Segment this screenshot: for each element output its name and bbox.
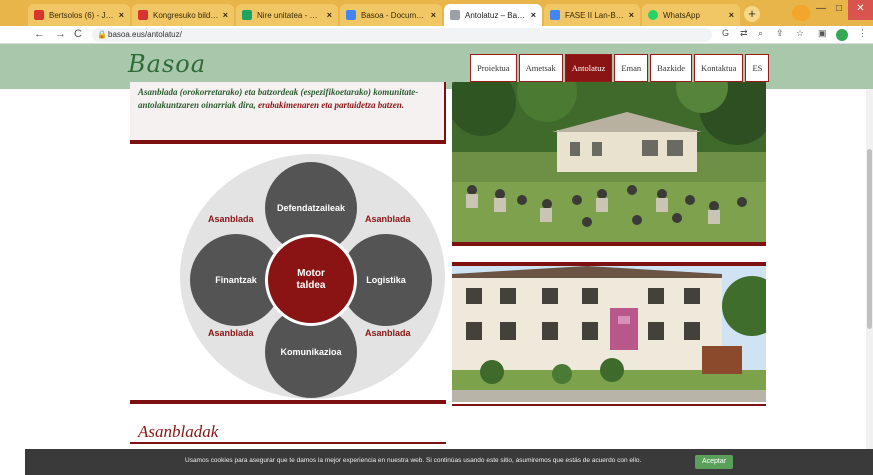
tab-close-icon[interactable]: × <box>431 10 436 20</box>
accept-cookies-button[interactable]: Aceptar <box>695 455 733 469</box>
browser-tab-strip: Bertsolos (6) - Jose × Kongresuko bilduo… <box>0 0 873 26</box>
tab-label: Nire unitatea - Google <box>257 10 323 20</box>
section-title-asanbladak: Asanbladak <box>138 422 219 441</box>
browser-tab-4[interactable]: Basoa - Documenti × <box>340 4 442 26</box>
meeting-photo-image <box>452 82 766 242</box>
diagram-node-motor-taldea: Motor taldea <box>265 234 357 326</box>
sidepanel-icon[interactable]: ▣ <box>818 28 827 39</box>
asanblada-label: Asanblada <box>208 214 254 224</box>
page-scrollbar[interactable] <box>866 89 873 449</box>
tab-label: WhatsApp <box>663 10 700 20</box>
profile-avatar[interactable] <box>792 5 810 21</box>
lock-icon: 🔒 <box>97 30 107 39</box>
tab-label: Antolatuz – Basoa <box>465 10 527 20</box>
nav-item-ametsak[interactable]: Ametsak <box>518 54 563 82</box>
browser-tab-6[interactable]: FASE II Lan-Burua, c × <box>544 4 640 26</box>
nav-item-eman[interactable]: Eman <box>614 54 649 82</box>
cookie-banner: Usamos cookies para asegurar que te damo… <box>25 449 873 475</box>
browser-tab-7[interactable]: WhatsApp × <box>642 4 740 26</box>
cookie-message: Usamos cookies para asegurar que te damo… <box>185 457 642 464</box>
maximize-button[interactable]: □ <box>830 0 848 20</box>
browser-tab-3[interactable]: Nire unitatea - Google × <box>236 4 338 26</box>
zoom-icon[interactable]: ⌕ <box>758 28 763 39</box>
minimize-button[interactable]: — <box>812 0 830 20</box>
asanblada-label: Asanblada <box>365 328 411 338</box>
tab-close-icon[interactable]: × <box>729 10 734 20</box>
intro-paragraph: Asanblada (orokorretarako) eta batzordea… <box>130 82 445 112</box>
divider-line <box>130 140 446 144</box>
translate-icon[interactable]: ⇄ <box>740 28 748 39</box>
web-page: Basoa Proiektua Ametsak Antolatuz Eman B… <box>0 44 873 449</box>
tab-favicon-icon <box>450 10 460 20</box>
asanblada-label: Asanblada <box>365 214 411 224</box>
tab-label: FASE II Lan-Burua, c <box>565 10 625 20</box>
tab-label: Bertsolos (6) - Jose <box>49 10 115 20</box>
tab-favicon-icon <box>346 10 356 20</box>
nav-item-kontaktua[interactable]: Kontaktua <box>694 54 744 82</box>
url-text: basoa.eus/antolatuz/ <box>108 30 182 39</box>
tab-close-icon[interactable]: × <box>327 10 332 20</box>
share-icon[interactable]: ⇪ <box>776 28 784 39</box>
site-logo[interactable]: Basoa <box>128 50 206 78</box>
divider-line <box>444 82 446 142</box>
tab-close-icon[interactable]: × <box>223 10 228 20</box>
nav-item-antolatuz[interactable]: Antolatuz <box>564 54 613 82</box>
meeting-photo <box>452 82 766 242</box>
tab-favicon-icon <box>648 10 658 20</box>
divider-line <box>130 400 446 404</box>
intro-text-block: Asanblada (orokorretarako) eta batzordea… <box>130 82 445 142</box>
intro-text-red: erabakimenaren eta partaidetza batzen. <box>258 100 405 110</box>
url-field[interactable]: 🔒 basoa.eus/antolatuz/ <box>92 28 712 42</box>
nav-item-language-es[interactable]: ES <box>745 54 770 82</box>
close-window-button[interactable]: ✕ <box>848 0 873 20</box>
extension-icon[interactable] <box>836 29 848 41</box>
browser-tab-2[interactable]: Kongresuko bilduo × <box>132 4 234 26</box>
address-bar-row: ← → C 🔒 basoa.eus/antolatuz/ G ⇄ ⌕ ⇪ ☆ ▣… <box>0 26 873 44</box>
tab-close-icon[interactable]: × <box>629 10 634 20</box>
back-button[interactable]: ← <box>34 28 45 40</box>
tab-label: Kongresuko bilduo <box>153 10 219 20</box>
tab-close-icon[interactable]: × <box>119 10 124 20</box>
bookmark-star-icon[interactable]: ☆ <box>796 28 804 39</box>
tab-favicon-icon <box>550 10 560 20</box>
building-photo <box>452 266 766 402</box>
building-photo-image <box>452 266 766 402</box>
tab-favicon-icon <box>242 10 252 20</box>
divider-line <box>130 442 446 444</box>
menu-icon[interactable]: ⋮ <box>858 28 867 39</box>
asanblada-label: Asanblada <box>208 328 254 338</box>
tab-close-icon[interactable]: × <box>531 10 536 20</box>
nav-item-proiektua[interactable]: Proiektua <box>470 54 517 82</box>
main-navigation: Proiektua Ametsak Antolatuz Eman Bazkide… <box>470 54 771 82</box>
browser-tab-1[interactable]: Bertsolos (6) - Jose × <box>28 4 130 26</box>
scrollbar-thumb[interactable] <box>867 149 872 329</box>
tab-favicon-icon <box>34 10 44 20</box>
new-tab-button[interactable]: + <box>744 6 760 22</box>
nav-item-bazkide[interactable]: Bazkide <box>650 54 693 82</box>
tab-favicon-icon <box>138 10 148 20</box>
divider-line <box>452 404 766 406</box>
tab-label: Basoa - Documenti <box>361 10 427 20</box>
google-icon[interactable]: G <box>722 28 729 38</box>
reload-button[interactable]: C <box>74 28 82 40</box>
forward-button[interactable]: → <box>55 28 66 40</box>
browser-tab-5[interactable]: Antolatuz – Basoa × <box>444 4 542 26</box>
divider-line <box>452 242 766 246</box>
